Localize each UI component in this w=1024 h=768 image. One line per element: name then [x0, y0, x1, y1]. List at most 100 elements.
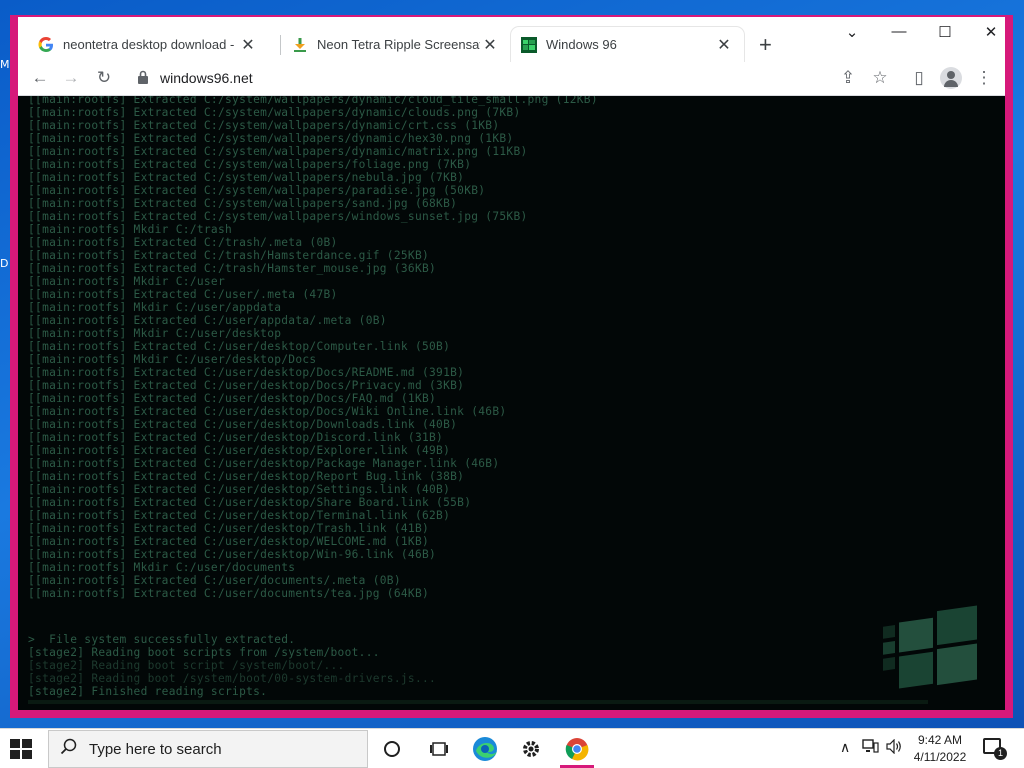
address-bar[interactable]: windows96.net	[160, 70, 253, 86]
taskbar-search-box[interactable]: Type here to search	[48, 730, 368, 768]
browser-chrome: neontetra desktop download - Di ✕ Neon T…	[18, 17, 1005, 96]
tab-divider	[280, 35, 281, 55]
windows-start-icon[interactable]	[10, 739, 32, 759]
lock-icon[interactable]	[138, 70, 148, 84]
google-icon	[38, 36, 54, 53]
log-line: [[main:rootfs] Extracted C:/user/desktop…	[28, 340, 451, 353]
log-line: [[main:rootfs] Extracted C:/system/wallp…	[28, 145, 528, 158]
status-line: [stage2] Reading boot scripts from /syst…	[28, 646, 380, 659]
log-line: [[main:rootfs] Extracted C:/user/desktop…	[28, 457, 500, 470]
log-line: [[main:rootfs] Extracted C:/user/desktop…	[28, 470, 465, 483]
log-line: [[main:rootfs] Extracted C:/trash/Hamste…	[28, 262, 437, 275]
cortana-icon[interactable]	[369, 730, 415, 768]
log-line: [[main:rootfs] Extracted C:/user/desktop…	[28, 405, 507, 418]
tab-title: Windows 96	[546, 37, 617, 52]
maximize-button[interactable]: ☐	[930, 23, 960, 41]
log-line: [[main:rootfs] Extracted C:/user/desktop…	[28, 535, 430, 548]
download-site-icon	[292, 37, 308, 53]
log-line: [[main:rootfs] Extracted C:/user/appdata…	[28, 314, 387, 327]
tab-search-button[interactable]: ⌄	[837, 23, 867, 41]
log-line: [[main:rootfs] Extracted C:/system/wallp…	[28, 119, 500, 132]
reload-button[interactable]: ↻	[92, 68, 116, 88]
log-line: [[main:rootfs] Extracted C:/user/desktop…	[28, 418, 458, 431]
tab-title: neontetra desktop download - Di	[63, 37, 238, 52]
close-tab-icon[interactable]: ✕	[714, 35, 734, 55]
log-line: [[main:rootfs] Extracted C:/system/wallp…	[28, 184, 486, 197]
windows96-boot-page: [[main:rootfs] Extracted C:/system/wallp…	[18, 96, 1005, 710]
clock-date: 4/11/2022	[913, 750, 967, 764]
clock-time: 9:42 AM	[917, 733, 963, 747]
log-line: [[main:rootfs] Extracted C:/system/wallp…	[28, 96, 598, 106]
log-line: [[main:rootfs] Extracted C:/user/documen…	[28, 574, 401, 587]
windows96-logo-icon	[883, 605, 977, 689]
log-line: [[main:rootfs] Extracted C:/system/wallp…	[28, 171, 465, 184]
log-line: [[main:rootfs] Extracted C:/user/desktop…	[28, 431, 444, 444]
boot-log: [[main:rootfs] Extracted C:/system/wallp…	[28, 96, 988, 600]
profile-avatar[interactable]	[940, 67, 962, 89]
log-line: [[main:rootfs] Mkdir C:/user	[28, 275, 225, 288]
status-line: > File system successfully extracted.	[28, 633, 296, 646]
taskbar: Type here to search ∧ 9:42 AM 4/11/2022 …	[0, 728, 1024, 768]
log-line: [[main:rootfs] Extracted C:/system/wallp…	[28, 106, 521, 119]
log-line: [[main:rootfs] Extracted C:/user/desktop…	[28, 366, 465, 379]
search-placeholder: Type here to search	[89, 740, 222, 758]
log-line: [[main:rootfs] Extracted C:/user/desktop…	[28, 444, 451, 457]
log-line: [[main:rootfs] Mkdir C:/user/appdata	[28, 301, 282, 314]
tab-windows96[interactable]: Windows 96 ✕	[511, 27, 744, 62]
status-line: [stage2] Reading boot script /system/boo…	[28, 659, 345, 672]
edge-browser-icon[interactable]	[462, 730, 508, 768]
status-line: [stage2] Finished reading scripts.	[28, 685, 268, 698]
desktop-icon-label: M	[0, 58, 10, 71]
chrome-browser-icon[interactable]	[554, 730, 600, 768]
log-line: [[main:rootfs] Extracted C:/trash/.meta …	[28, 236, 338, 249]
log-line: [[main:rootfs] Extracted C:/system/wallp…	[28, 210, 528, 223]
search-icon	[49, 738, 89, 761]
boot-progress-bar	[28, 700, 928, 704]
log-line: [[main:rootfs] Extracted C:/system/wallp…	[28, 197, 458, 210]
close-window-button[interactable]: ✕	[976, 23, 1006, 41]
log-line: [[main:rootfs] Extracted C:/user/documen…	[28, 587, 430, 600]
log-line: [[main:rootfs] Mkdir C:/trash	[28, 223, 233, 236]
log-line: [[main:rootfs] Mkdir C:/user/desktop/Doc…	[28, 353, 317, 366]
new-tab-button[interactable]: +	[759, 32, 772, 58]
tab-title: Neon Tetra Ripple Screensaver (F	[317, 37, 480, 52]
windows96-icon	[521, 36, 537, 53]
log-line: [[main:rootfs] Extracted C:/user/desktop…	[28, 496, 472, 509]
log-line: [[main:rootfs] Extracted C:/user/desktop…	[28, 379, 465, 392]
show-hidden-icons-chevron[interactable]: ∧	[840, 739, 850, 756]
log-line: [[main:rootfs] Extracted C:/user/desktop…	[28, 522, 430, 535]
browser-window: neontetra desktop download - Di ✕ Neon T…	[10, 15, 1013, 718]
log-line: [[main:rootfs] Extracted C:/trash/Hamste…	[28, 249, 430, 262]
boot-status-lines: > File system successfully extracted. [st…	[28, 633, 436, 698]
log-line: [[main:rootfs] Extracted C:/user/desktop…	[28, 548, 437, 561]
status-line: [stage2] Reading boot /system/boot/00-sy…	[28, 672, 437, 685]
close-tab-icon[interactable]: ✕	[480, 35, 500, 55]
menu-kebab-icon[interactable]: ⋮	[972, 68, 996, 88]
forward-button[interactable]: →	[59, 68, 83, 88]
notification-count-badge: 1	[994, 747, 1007, 760]
desktop-icon-label: D	[0, 257, 9, 270]
log-line: [[main:rootfs] Extracted C:/system/wallp…	[28, 132, 514, 145]
settings-gear-icon[interactable]	[508, 730, 554, 768]
log-line: [[main:rootfs] Extracted C:/user/desktop…	[28, 392, 437, 405]
side-panel-icon[interactable]: ▯	[907, 68, 931, 88]
tab-neontetra-screensaver[interactable]: Neon Tetra Ripple Screensaver (F ✕	[282, 27, 510, 62]
close-tab-icon[interactable]: ✕	[238, 35, 258, 55]
log-line: [[main:rootfs] Mkdir C:/user/desktop	[28, 327, 282, 340]
log-line: [[main:rootfs] Extracted C:/system/wallp…	[28, 158, 472, 171]
browser-toolbar: ← → ↻ windows96.net ⇪ ☆ ▯ ⋮	[18, 62, 1005, 96]
task-view-icon[interactable]	[416, 730, 462, 768]
log-line: [[main:rootfs] Mkdir C:/user/documents	[28, 561, 296, 574]
bookmark-star-icon[interactable]: ☆	[868, 68, 892, 88]
minimize-button[interactable]: —	[884, 23, 914, 40]
tab-strip: neontetra desktop download - Di ✕ Neon T…	[18, 17, 1005, 62]
log-line: [[main:rootfs] Extracted C:/user/desktop…	[28, 509, 451, 522]
log-line: [[main:rootfs] Extracted C:/user/.meta (…	[28, 288, 338, 301]
back-button[interactable]: ←	[28, 68, 52, 88]
share-icon[interactable]: ⇪	[836, 68, 860, 88]
volume-icon[interactable]	[886, 738, 903, 757]
taskbar-clock[interactable]: 9:42 AM 4/11/2022	[908, 732, 972, 766]
log-line: [[main:rootfs] Extracted C:/user/desktop…	[28, 483, 451, 496]
network-icon[interactable]	[862, 739, 879, 757]
tab-neontetra-search[interactable]: neontetra desktop download - Di ✕	[28, 27, 268, 62]
